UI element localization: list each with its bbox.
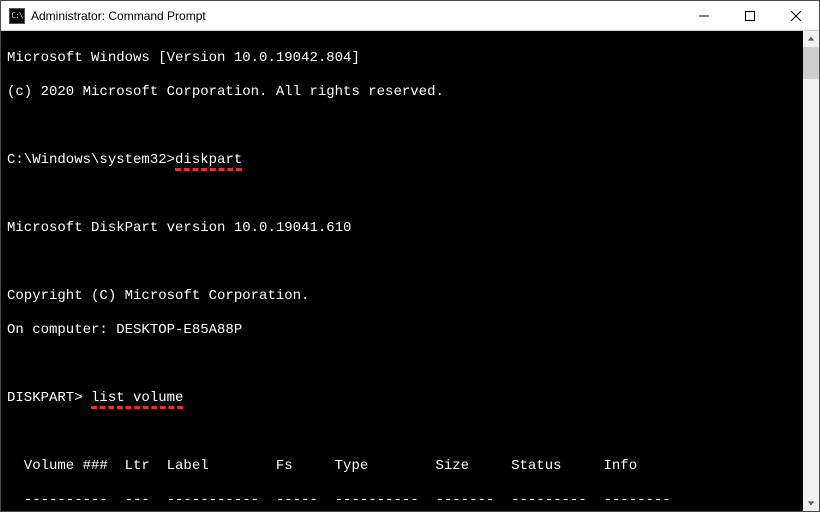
output-line: Microsoft DiskPart version 10.0.19041.61… xyxy=(7,220,797,237)
output-line: (c) 2020 Microsoft Corporation. All righ… xyxy=(7,84,797,101)
table-header: Volume ### Ltr Label Fs Type Size Status… xyxy=(7,458,797,475)
table-divider: ---------- --- ----------- ----- -------… xyxy=(7,492,797,509)
window-controls xyxy=(681,1,819,30)
command-prompt-window: C:\ Administrator: Command Prompt Micros… xyxy=(0,0,820,512)
output-line: Microsoft Windows [Version 10.0.19042.80… xyxy=(7,50,797,67)
output-line xyxy=(7,118,797,135)
titlebar[interactable]: C:\ Administrator: Command Prompt xyxy=(1,1,819,31)
window-title: Administrator: Command Prompt xyxy=(31,9,681,23)
terminal-area: Microsoft Windows [Version 10.0.19042.80… xyxy=(1,31,819,511)
terminal-output[interactable]: Microsoft Windows [Version 10.0.19042.80… xyxy=(1,31,803,511)
cmd-diskpart: diskpart xyxy=(175,152,242,171)
output-line: On computer: DESKTOP-E85A88P xyxy=(7,322,797,339)
output-line xyxy=(7,424,797,441)
output-line: Copyright (C) Microsoft Corporation. xyxy=(7,288,797,305)
scroll-up-icon[interactable] xyxy=(803,31,819,47)
maximize-button[interactable] xyxy=(727,1,773,30)
minimize-button[interactable] xyxy=(681,1,727,30)
prompt-line: DISKPART> list volume xyxy=(7,390,797,407)
scrollbar-thumb[interactable] xyxy=(803,47,819,79)
prompt-line: C:\Windows\system32>diskpart xyxy=(7,152,797,169)
output-line xyxy=(7,356,797,373)
scroll-down-icon[interactable] xyxy=(803,495,819,511)
output-line xyxy=(7,254,797,271)
output-line xyxy=(7,186,797,203)
cmd-list-volume: list volume xyxy=(91,390,183,409)
close-button[interactable] xyxy=(773,1,819,30)
cmd-icon: C:\ xyxy=(9,8,25,24)
vertical-scrollbar[interactable] xyxy=(803,31,819,511)
